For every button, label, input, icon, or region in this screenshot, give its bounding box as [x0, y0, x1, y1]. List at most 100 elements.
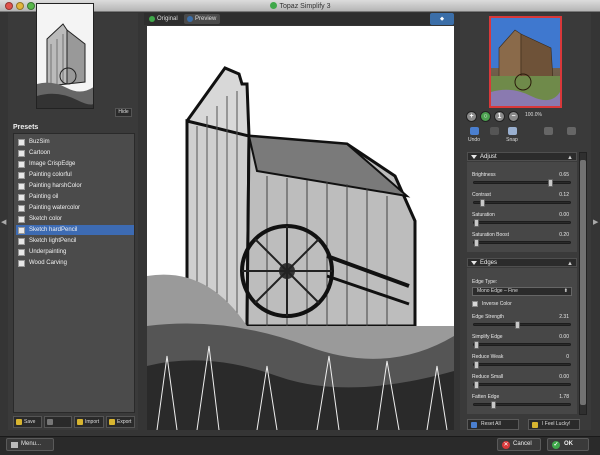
preset-icon — [18, 194, 25, 201]
slider-label: Contrast — [472, 192, 491, 198]
compare-icon — [543, 127, 553, 135]
slider-track[interactable] — [473, 381, 571, 389]
tab-original[interactable]: Original — [146, 14, 184, 24]
redo-icon — [489, 127, 499, 135]
slider-knob[interactable] — [480, 199, 485, 207]
preset-item[interactable]: Painting oil — [16, 192, 134, 202]
slider-track[interactable] — [473, 219, 571, 227]
preset-item[interactable]: Sketch hardPencil — [16, 225, 134, 235]
preset-item[interactable]: Painting harshColor — [16, 181, 134, 191]
zoom-in-icon[interactable]: + — [466, 111, 477, 122]
image-canvas[interactable] — [147, 26, 454, 430]
compare-button[interactable] — [540, 127, 556, 137]
preset-item[interactable]: Sketch lightPencil — [16, 236, 134, 246]
slider-value: 0 — [566, 354, 569, 360]
slider-label: Reduce Small — [472, 374, 504, 380]
slider-track[interactable] — [473, 179, 571, 187]
edges-section-header[interactable]: Edges ▲ — [467, 258, 577, 267]
preset-icon — [18, 260, 25, 267]
slider-track[interactable] — [473, 401, 571, 409]
wrench-icon — [11, 442, 18, 448]
preset-label: Sketch hardPencil — [29, 227, 78, 233]
adjust-section-header[interactable]: Adjust ▲ — [467, 152, 577, 161]
navigator-thumbnail[interactable] — [489, 16, 562, 108]
slider-knob[interactable] — [474, 341, 479, 349]
preset-icon — [18, 183, 25, 190]
slider-track[interactable] — [473, 361, 571, 369]
snap-icon — [507, 127, 517, 135]
sketch-image — [147, 26, 454, 430]
slider-knob[interactable] — [474, 361, 479, 369]
preset-icon — [18, 227, 25, 234]
slider-knob[interactable] — [474, 381, 479, 389]
slider-label: Saturation Boost — [472, 232, 509, 238]
menu-button[interactable]: Menu... — [6, 438, 54, 451]
hide-thumbnail-button[interactable]: Hide — [115, 108, 132, 117]
collapse-left-arrow-icon[interactable]: ◀ — [1, 218, 6, 226]
slider-track[interactable] — [473, 341, 571, 349]
slider-value: 0.12 — [559, 192, 569, 198]
preset-item[interactable]: Underpainting — [16, 247, 134, 257]
tab-original-label: Original — [157, 16, 178, 22]
slider-value: 0.00 — [559, 374, 569, 380]
preset-icon — [18, 139, 25, 146]
zoom-out-icon[interactable]: − — [508, 111, 519, 122]
collapse-right-arrow-icon[interactable]: ▶ — [593, 218, 598, 226]
preset-item[interactable]: Cartoon — [16, 148, 134, 158]
slider-track[interactable] — [473, 321, 571, 329]
import-preset-button[interactable]: Import — [74, 416, 104, 428]
dice-icon — [532, 422, 538, 428]
preset-icon — [18, 249, 25, 256]
undo-label: Undo — [468, 137, 480, 143]
save-label: Save — [24, 419, 36, 425]
preview-dot-icon — [187, 16, 193, 22]
preset-item[interactable]: Wood Carving — [16, 258, 134, 268]
undo-button[interactable]: Undo — [466, 127, 482, 143]
window-title: Topaz Simplify 3 — [279, 3, 331, 10]
thumbnail-sketch — [37, 4, 93, 108]
comment-button[interactable] — [563, 127, 579, 137]
preset-icon — [18, 216, 25, 223]
slider-value: 0.00 — [559, 212, 569, 218]
reset-all-button[interactable]: Reset All — [467, 419, 519, 430]
delete-preset-button[interactable] — [44, 416, 72, 428]
preset-item[interactable]: Painting colorful — [16, 170, 134, 180]
settings-scroll-thumb[interactable] — [580, 160, 586, 405]
slider-knob[interactable] — [491, 401, 496, 409]
cancel-button[interactable]: ✕ Cancel — [497, 438, 541, 451]
redo-button[interactable] — [486, 127, 502, 137]
preset-list: BuzSim Cartoon Image CrispEdge Painting col… — [13, 133, 135, 413]
slider-knob[interactable] — [474, 219, 479, 227]
app-window: Topaz Simplify 3 ◀ Hide Presets BuzSim Ca… — [0, 0, 600, 455]
inverse-color-checkbox[interactable] — [472, 301, 478, 307]
topaz-logo-icon — [269, 2, 277, 9]
cancel-label: Cancel — [513, 441, 532, 447]
edge-type-select[interactable]: Mono Edge – Fine ⬍ — [472, 287, 572, 296]
navigator-image — [491, 18, 560, 106]
zoom-fit-icon[interactable]: ○ — [480, 111, 491, 122]
edge-type-label: Edge Type: — [472, 279, 498, 285]
save-preset-button[interactable]: Save — [13, 416, 42, 428]
slider-knob[interactable] — [515, 321, 520, 329]
slider-track[interactable] — [473, 239, 571, 247]
preset-label: Sketch lightPencil — [29, 238, 77, 244]
preset-label: Image CrispEdge — [29, 161, 76, 167]
preview-thumbnail — [36, 3, 94, 109]
snap-button[interactable]: Snap — [504, 127, 520, 143]
slider-knob[interactable] — [474, 239, 479, 247]
tab-preview[interactable]: Preview — [184, 14, 220, 24]
zoom-100-icon[interactable]: 1 — [494, 111, 505, 122]
cancel-icon: ✕ — [502, 441, 510, 449]
preset-item[interactable]: Image CrispEdge — [16, 159, 134, 169]
preset-item[interactable]: Painting watercolor — [16, 203, 134, 213]
export-preset-button[interactable]: Export — [106, 416, 135, 428]
save-icon — [16, 419, 22, 425]
ok-button[interactable]: ✓ OK — [547, 438, 589, 451]
preset-item[interactable]: Sketch color — [16, 214, 134, 224]
edges-title: Edges — [480, 260, 498, 266]
slider-knob[interactable] — [548, 179, 553, 187]
export-icon — [109, 419, 115, 425]
slider-track[interactable] — [473, 199, 571, 207]
preset-item[interactable]: BuzSim — [16, 137, 134, 147]
feel-lucky-button[interactable]: I Feel Lucky! — [528, 419, 580, 430]
